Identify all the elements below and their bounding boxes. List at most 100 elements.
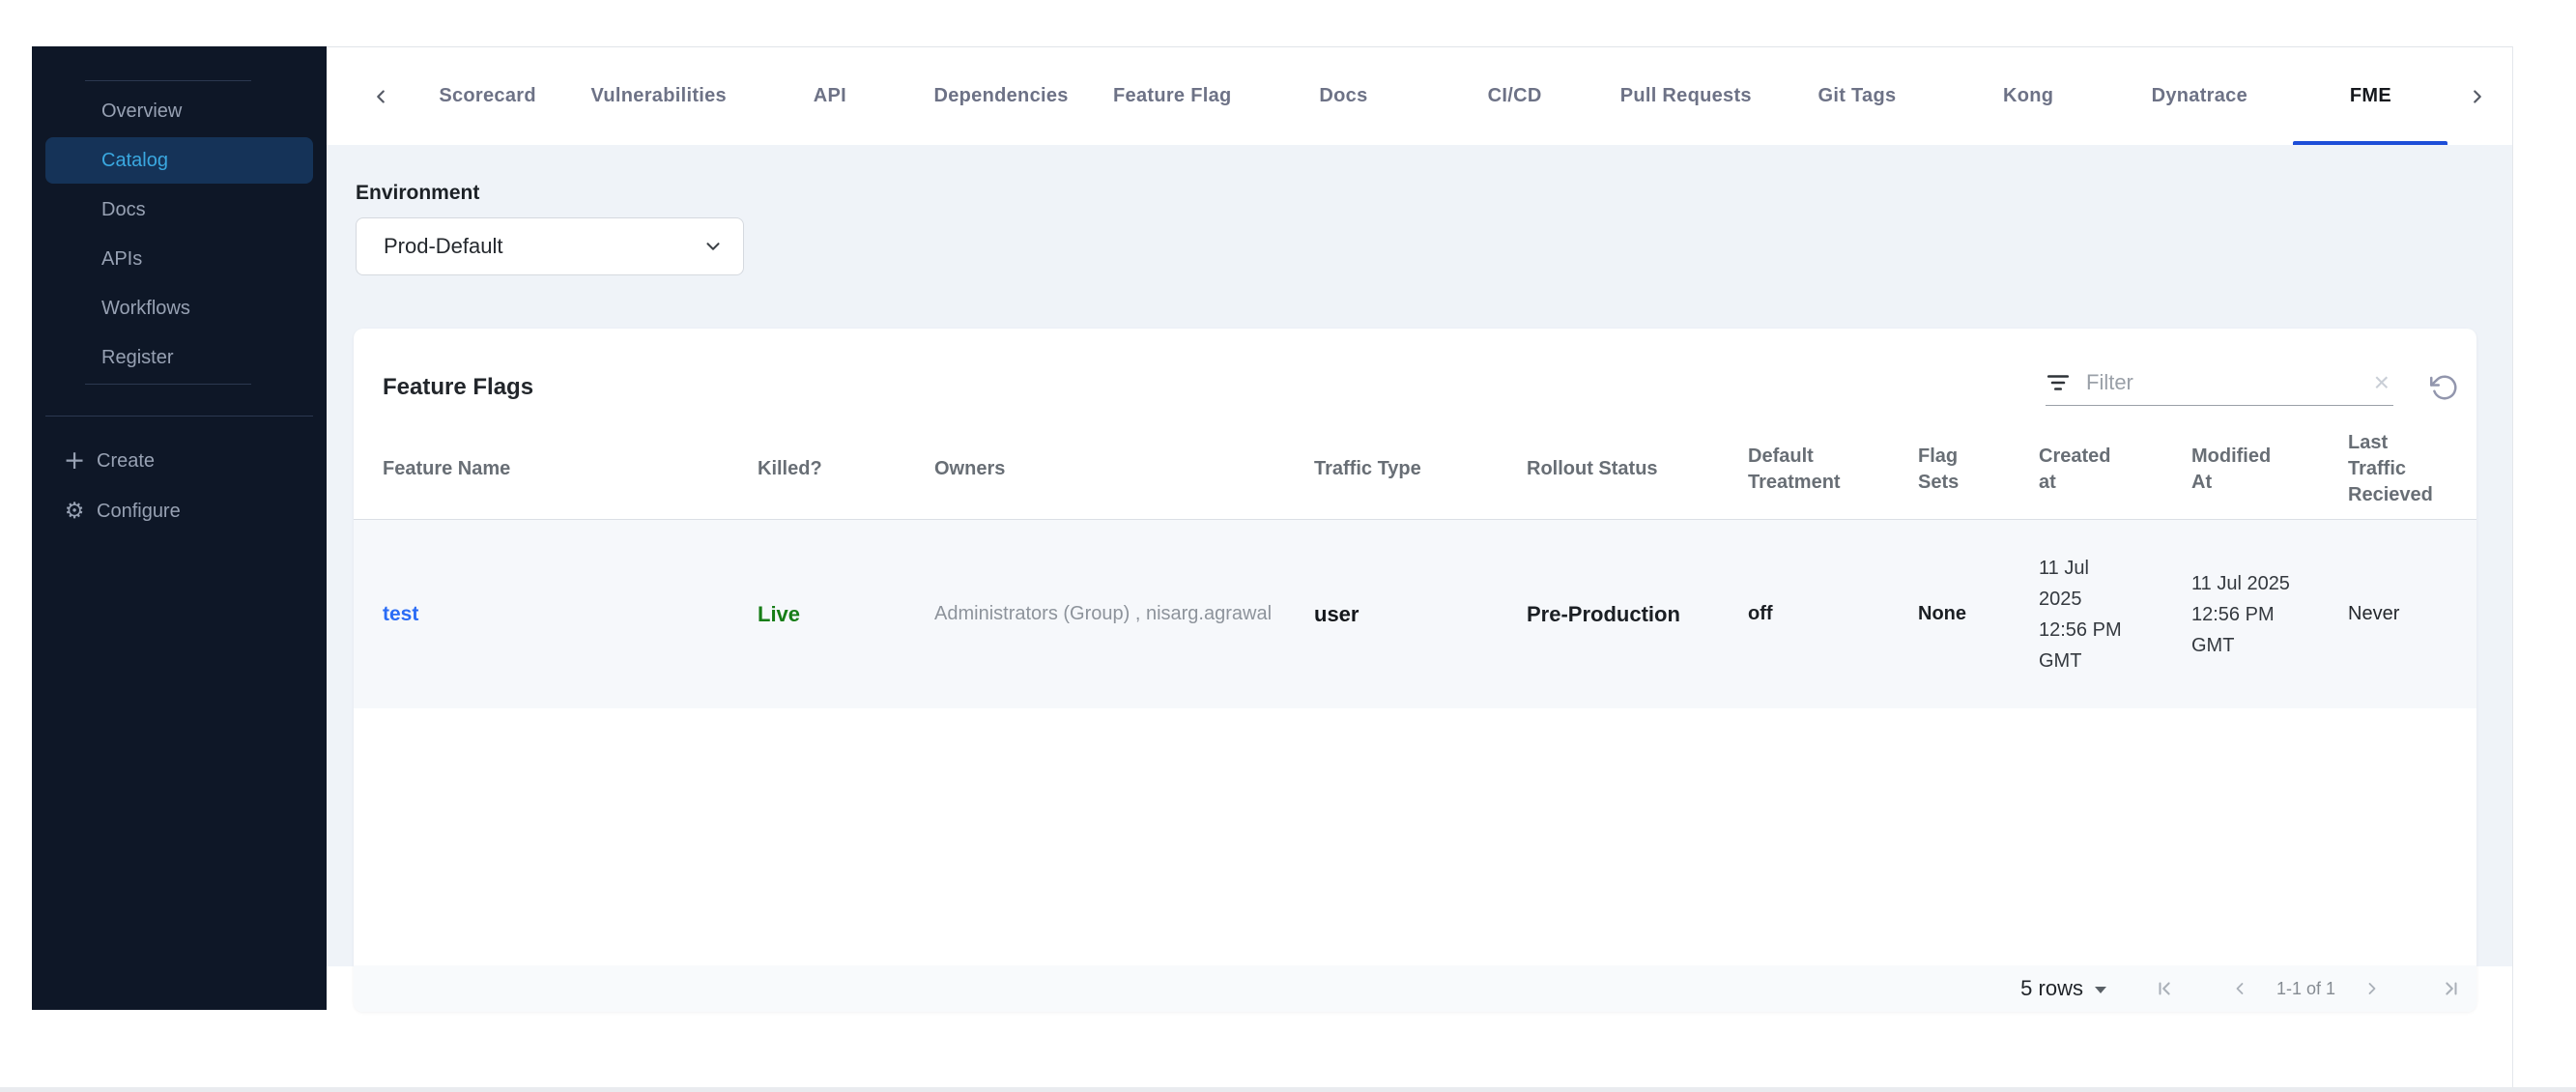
- environment-selected-value: Prod-Default: [384, 234, 503, 258]
- tab-label: Dynatrace: [2151, 85, 2248, 106]
- created-at-cell: 11 Jul 2025 12:56 PM GMT: [2039, 557, 2122, 672]
- table-empty-space: [354, 708, 2476, 965]
- owners-cell: Administrators (Group) , nisarg.agrawal: [934, 603, 1273, 624]
- column-header-killed: Killed?: [758, 458, 822, 479]
- tab-label: Kong: [2002, 85, 2054, 106]
- column-header-traffic-type: Traffic Type: [1314, 458, 1421, 479]
- first-page-button[interactable]: [2155, 978, 2176, 999]
- tab-label: Dependencies: [933, 85, 1069, 106]
- sidebar: Overview Catalog Docs APIs Workflows Reg…: [32, 46, 327, 1010]
- card-header: Feature Flags ×: [354, 329, 2476, 406]
- chevron-down-icon: [706, 243, 720, 250]
- filter-area: ×: [2046, 369, 2463, 406]
- tab-dependencies[interactable]: Dependencies: [916, 47, 1087, 145]
- tab-kong[interactable]: Kong: [1943, 47, 2114, 145]
- sidebar-divider: [85, 80, 251, 81]
- tab-fme[interactable]: FME: [2285, 47, 2456, 145]
- sidebar-item-label: Docs: [101, 198, 146, 220]
- column-header-created-at: Created at: [2039, 445, 2111, 493]
- column-header-modified-at: Modified At: [2191, 445, 2272, 493]
- sidebar-item-label: Catalog: [101, 149, 168, 171]
- first-page-icon: [2159, 982, 2170, 995]
- tab-git-tags[interactable]: Git Tags: [1771, 47, 1942, 145]
- sidebar-nav: Overview Catalog Docs APIs Workflows Reg…: [45, 88, 313, 381]
- flag-sets-cell: None: [1918, 603, 1966, 624]
- table-header-row: Feature Name Killed? Owners Traffic Type…: [354, 419, 2476, 520]
- sidebar-item-label: Workflows: [101, 297, 190, 319]
- create-button[interactable]: + Create: [45, 438, 313, 484]
- traffic-type-cell: user: [1314, 601, 1360, 626]
- killed-status: Live: [758, 601, 801, 626]
- default-treatment-cell: off: [1748, 603, 1773, 624]
- filter-box: ×: [2046, 369, 2393, 406]
- environment-label: Environment: [356, 182, 480, 204]
- caret-down-icon: [2094, 987, 2106, 993]
- tab-label: API: [813, 85, 847, 106]
- tab-label: Feature Flag: [1113, 85, 1232, 106]
- sidebar-item-workflows[interactable]: Workflows: [45, 285, 313, 331]
- clear-filter-icon[interactable]: ×: [2370, 369, 2393, 396]
- tab-label: Docs: [1319, 85, 1368, 106]
- sidebar-item-label: Overview: [101, 100, 183, 122]
- column-header-flag-sets: Flag Sets: [1918, 445, 1960, 493]
- previous-page-button[interactable]: [2230, 979, 2249, 998]
- column-header-last-traffic-recieved: Last Traffic Recieved: [2348, 432, 2433, 505]
- create-label: Create: [97, 449, 156, 472]
- page-title: Feature Flags: [383, 374, 534, 400]
- configure-label: Configure: [97, 500, 181, 522]
- configure-button[interactable]: ⚙ Configure: [45, 488, 313, 534]
- sidebar-item-label: Register: [101, 346, 174, 368]
- modified-at-cell: 11 Jul 2025 12:56 PM GMT: [2191, 572, 2290, 656]
- tab-api[interactable]: API: [744, 47, 915, 145]
- pagination-range: 1-1 of 1: [2275, 978, 2335, 998]
- column-header-default-treatment: Default Treatment: [1748, 445, 1841, 493]
- sidebar-item-apis[interactable]: APIs: [45, 236, 313, 282]
- pagination-bar: 5 rows 1-1 of 1: [354, 965, 2476, 1012]
- chevron-left-icon: [377, 89, 385, 103]
- tab-pull-requests[interactable]: Pull Requests: [1600, 47, 1771, 145]
- last-page-button[interactable]: [2440, 978, 2461, 999]
- plugin-tabbar: Scorecard Vulnerabilities API Dependenci…: [327, 47, 2512, 145]
- tab-vulnerabilities[interactable]: Vulnerabilities: [573, 47, 744, 145]
- table-row[interactable]: test Live Administrators (Group) , nisar…: [354, 520, 2476, 708]
- environment-select[interactable]: Prod-Default: [356, 217, 744, 275]
- tab-label: CI/CD: [1487, 85, 1542, 106]
- column-header-feature-name: Feature Name: [383, 458, 511, 479]
- feature-name-link[interactable]: test: [383, 603, 758, 626]
- window-bottom-edge: [0, 1087, 2576, 1092]
- tabs-scroll-right-button[interactable]: [2456, 47, 2499, 145]
- sidebar-item-overview[interactable]: Overview: [45, 88, 313, 134]
- tab-docs[interactable]: Docs: [1258, 47, 1429, 145]
- tab-feature-flag[interactable]: Feature Flag: [1087, 47, 1258, 145]
- environment-section: Environment Prod-Default: [356, 182, 744, 275]
- tab-dynatrace[interactable]: Dynatrace: [2114, 47, 2285, 145]
- column-header-rollout-status: Rollout Status: [1527, 458, 1658, 479]
- tab-label: Scorecard: [439, 85, 536, 106]
- tabs-scroll-left-button[interactable]: [359, 47, 402, 145]
- app-root: Overview Catalog Docs APIs Workflows Reg…: [0, 0, 2576, 1092]
- tab-label: Git Tags: [1818, 85, 1897, 106]
- sidebar-item-catalog[interactable]: Catalog: [45, 137, 313, 184]
- next-page-button[interactable]: [2362, 979, 2382, 998]
- filter-input[interactable]: [2084, 369, 2370, 396]
- tab-scorecard[interactable]: Scorecard: [402, 47, 573, 145]
- sidebar-divider: [85, 384, 251, 385]
- filter-icon: [2046, 375, 2070, 390]
- rows-per-page-select[interactable]: 5 rows: [2020, 976, 2106, 1001]
- sidebar-item-docs[interactable]: Docs: [45, 187, 313, 233]
- rows-per-page-value: 5 rows: [2020, 976, 2083, 1000]
- refresh-button[interactable]: [2430, 373, 2459, 402]
- sidebar-item-register[interactable]: Register: [45, 334, 313, 381]
- tab-cicd[interactable]: CI/CD: [1429, 47, 1600, 145]
- last-traffic-recieved-cell: Never: [2348, 603, 2400, 624]
- sidebar-item-label: APIs: [101, 247, 143, 270]
- sidebar-divider: [45, 416, 313, 417]
- plus-icon: +: [63, 445, 86, 475]
- tab-label: FME: [2349, 85, 2392, 106]
- tab-label: Pull Requests: [1619, 85, 1752, 106]
- gear-icon: ⚙: [64, 499, 85, 524]
- column-header-owners: Owners: [934, 458, 1006, 479]
- rollout-status-cell: Pre-Production: [1527, 601, 1680, 626]
- chevron-left-icon: [2236, 983, 2244, 994]
- feature-flags-card: Feature Flags ×: [354, 329, 2476, 1012]
